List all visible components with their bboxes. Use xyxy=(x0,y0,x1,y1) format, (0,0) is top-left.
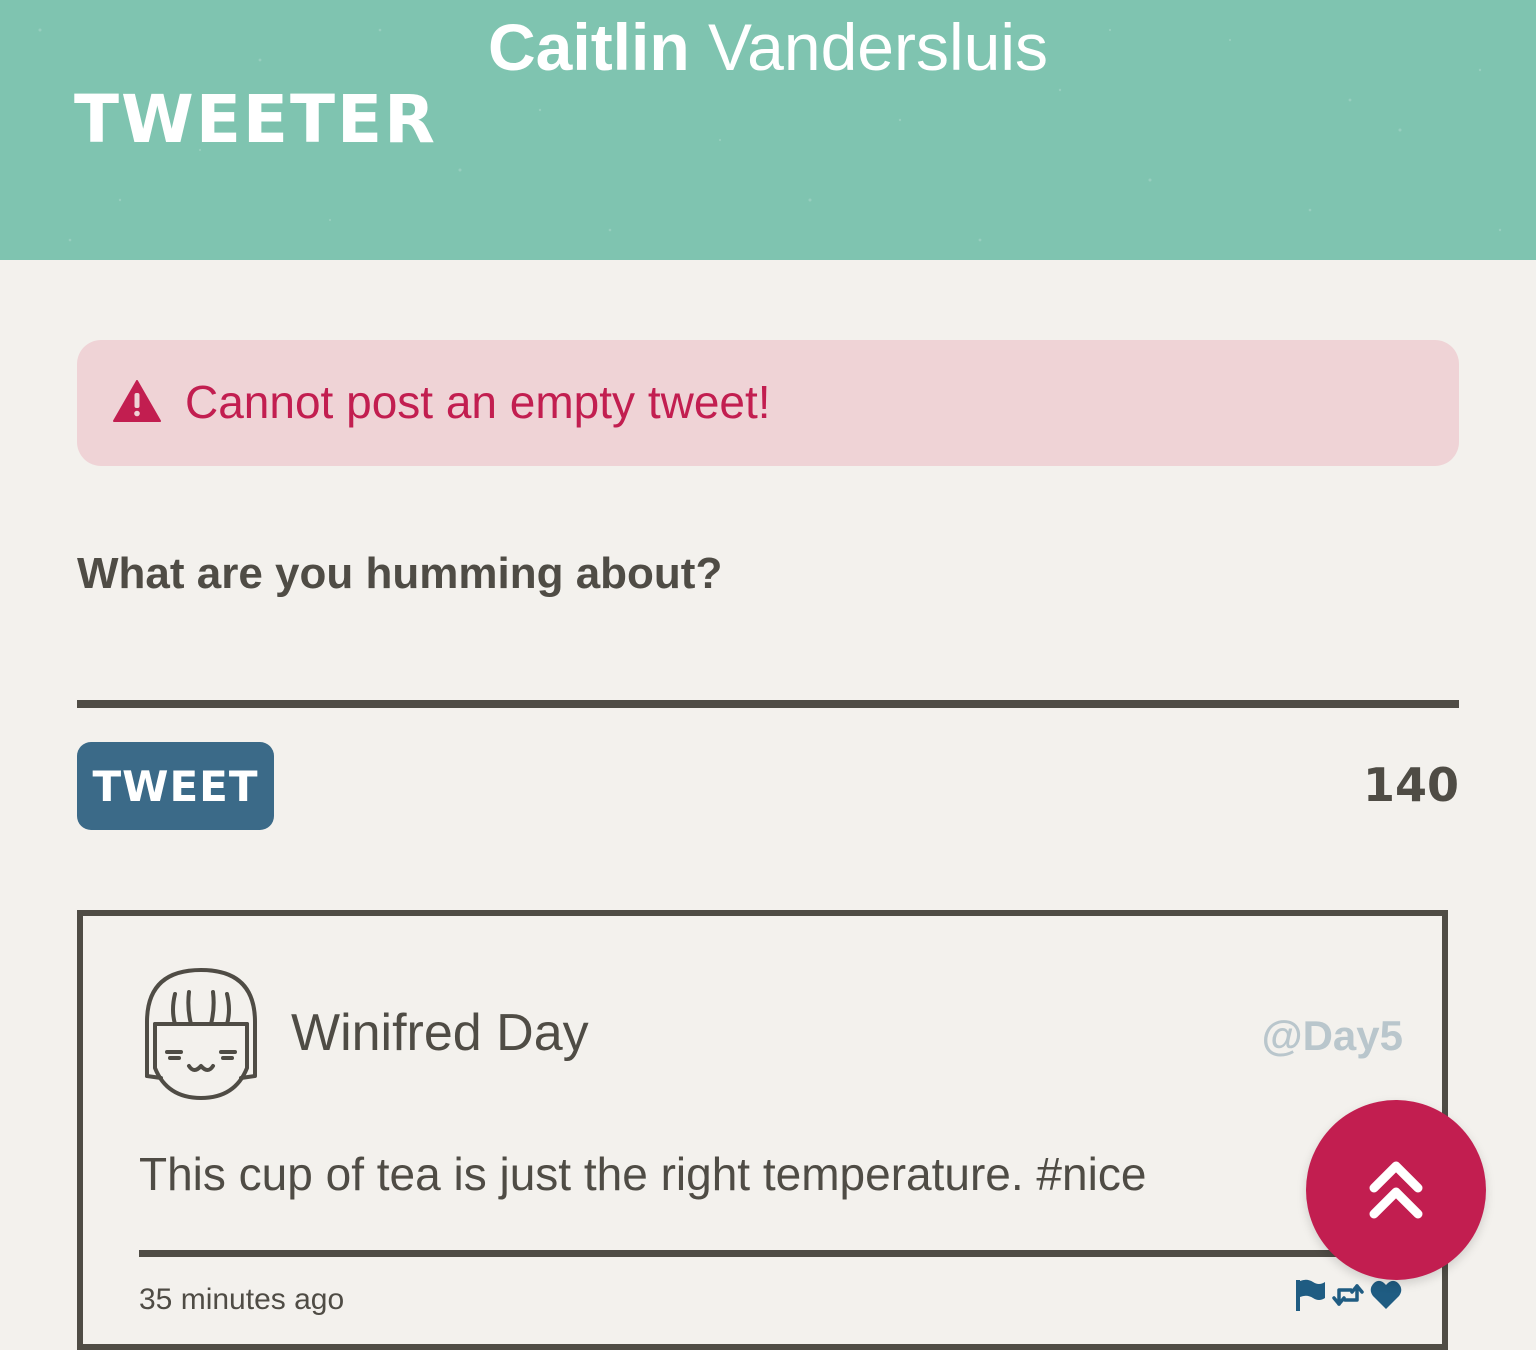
tweet-actions xyxy=(1293,1278,1405,1314)
tweet-timestamp: 35 minutes ago xyxy=(139,1283,345,1316)
alert-message: Cannot post an empty tweet! xyxy=(185,376,771,428)
error-alert: Cannot post an empty tweet! xyxy=(77,340,1459,466)
user-first-name: Caitlin xyxy=(488,10,690,84)
tweet-input[interactable] xyxy=(77,620,1459,708)
warning-triangle-icon xyxy=(113,380,161,422)
page-header: Caitlin Vandersluis TWEETER xyxy=(0,0,1536,260)
girl-face-avatar-icon xyxy=(145,968,257,1100)
tweet-text: This cup of tea is just the right temper… xyxy=(139,1148,1147,1200)
scroll-to-top-button[interactable] xyxy=(1306,1100,1486,1280)
tweet-divider xyxy=(139,1250,1403,1257)
tweet-card: Winifred Day @Day5 This cup of tea is ju… xyxy=(77,910,1448,1350)
tweet-author-handle: @Day5 xyxy=(1261,1012,1403,1059)
heart-icon[interactable] xyxy=(1369,1278,1403,1312)
flag-icon[interactable] xyxy=(1293,1278,1327,1312)
app-logo[interactable]: TWEETER xyxy=(74,80,437,160)
current-user-name: Caitlin Vandersluis xyxy=(0,6,1536,88)
retweet-icon[interactable] xyxy=(1331,1278,1365,1312)
user-last-name: Vandersluis xyxy=(708,10,1048,84)
tweet-button[interactable]: TWEET xyxy=(77,742,274,830)
tweet-author-name: Winifred Day xyxy=(291,1004,589,1062)
composer-prompt: What are you humming about? xyxy=(77,549,723,598)
double-chevron-up-icon xyxy=(1369,1161,1423,1219)
char-counter: 140 xyxy=(1362,758,1459,812)
